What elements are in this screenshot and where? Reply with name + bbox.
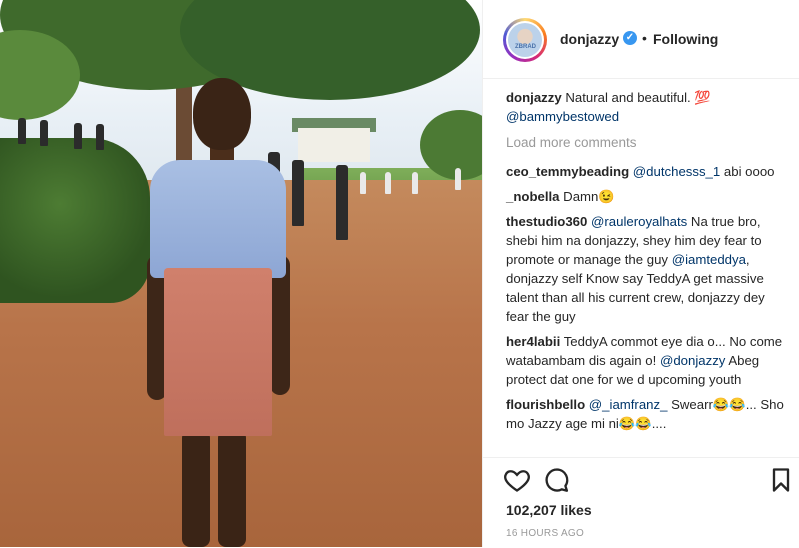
post-header: ZBRAD donjazzy ✓ • Following bbox=[483, 0, 799, 79]
photo-subject-leg bbox=[182, 430, 210, 547]
caption: donjazzy Natural and beautiful. 💯 @bammy… bbox=[506, 88, 786, 126]
heart-icon[interactable] bbox=[503, 466, 531, 494]
comment-mention[interactable]: @dutchesss_1 bbox=[633, 164, 720, 179]
photo-bystander bbox=[412, 172, 418, 194]
avatar-ring-inner: ZBRAD bbox=[506, 21, 544, 59]
avatar-label: ZBRAD bbox=[515, 44, 536, 50]
bookmark-icon[interactable] bbox=[767, 466, 795, 494]
post-actions: 102,207 likes 16 HOURS AGO bbox=[483, 457, 799, 548]
caption-mention[interactable]: @bammybestowed bbox=[506, 109, 619, 124]
comment-username[interactable]: flourishbello bbox=[506, 397, 585, 412]
photo-bystander bbox=[455, 168, 461, 190]
comment-item: her4labii TeddyA commot eye dia o... No … bbox=[506, 332, 786, 389]
comment-mention[interactable]: @iamteddya bbox=[672, 252, 746, 267]
photo-bystander bbox=[74, 123, 82, 149]
photo-bystander bbox=[96, 124, 104, 150]
comment-mention[interactable]: @donjazzy bbox=[660, 353, 725, 368]
comments-list: donjazzy Natural and beautiful. 💯 @bammy… bbox=[506, 88, 786, 439]
photo-bystander bbox=[385, 172, 391, 194]
verified-badge-icon: ✓ bbox=[623, 31, 637, 45]
photo-bystander bbox=[292, 160, 304, 226]
photo-bystander bbox=[40, 120, 48, 146]
load-more-comments-button[interactable]: Load more comments bbox=[506, 133, 786, 152]
comment-text: Damn😉 bbox=[563, 189, 615, 204]
photo-bystander bbox=[336, 165, 348, 240]
following-button[interactable]: Following bbox=[653, 31, 718, 47]
photo-hedge bbox=[0, 138, 150, 303]
comment-item: ceo_temmybeading @dutchesss_1 abi oooo bbox=[506, 162, 786, 181]
photo-bystander bbox=[18, 118, 26, 144]
comment-username[interactable]: _nobella bbox=[506, 189, 560, 204]
caption-text: Natural and beautiful. 💯 bbox=[565, 90, 711, 105]
comment-mention[interactable]: @rauleroyalhats bbox=[591, 214, 687, 229]
comment-username[interactable]: ceo_temmybeading bbox=[506, 164, 629, 179]
post-photo[interactable] bbox=[0, 0, 482, 547]
author-avatar[interactable]: ZBRAD bbox=[503, 18, 547, 62]
comment-username[interactable]: thestudio360 bbox=[506, 214, 587, 229]
avatar-image: ZBRAD bbox=[508, 23, 542, 57]
separator-dot: • bbox=[642, 30, 647, 46]
comment-username[interactable]: her4labii bbox=[506, 334, 560, 349]
comment-text: abi oooo bbox=[720, 164, 775, 179]
post-side-panel: ZBRAD donjazzy ✓ • Following donjazzy Na… bbox=[482, 0, 799, 547]
instagram-post-window: ZBRAD donjazzy ✓ • Following donjazzy Na… bbox=[0, 0, 799, 547]
caption-username[interactable]: donjazzy bbox=[506, 90, 562, 105]
photo-subject-head bbox=[193, 78, 251, 150]
comment-item: _nobella Damn😉 bbox=[506, 187, 786, 206]
photo-subject-shirt bbox=[150, 160, 286, 278]
likes-count[interactable]: 102,207 likes bbox=[506, 502, 592, 518]
post-timestamp[interactable]: 16 HOURS AGO bbox=[506, 528, 584, 539]
photo-building bbox=[298, 128, 370, 162]
comment-item: flourishbello @_iamfranz_ Swearr😂😂... Sh… bbox=[506, 395, 786, 433]
comment-item: thestudio360 @rauleroyalhats Na true bro… bbox=[506, 212, 786, 326]
photo-subject-skirt bbox=[164, 268, 272, 436]
author-username[interactable]: donjazzy bbox=[560, 31, 619, 47]
speech-bubble-icon[interactable] bbox=[543, 466, 571, 494]
photo-subject-leg bbox=[218, 430, 246, 547]
comment-mention[interactable]: @_iamfranz_ bbox=[589, 397, 668, 412]
photo-bystander bbox=[360, 172, 366, 194]
